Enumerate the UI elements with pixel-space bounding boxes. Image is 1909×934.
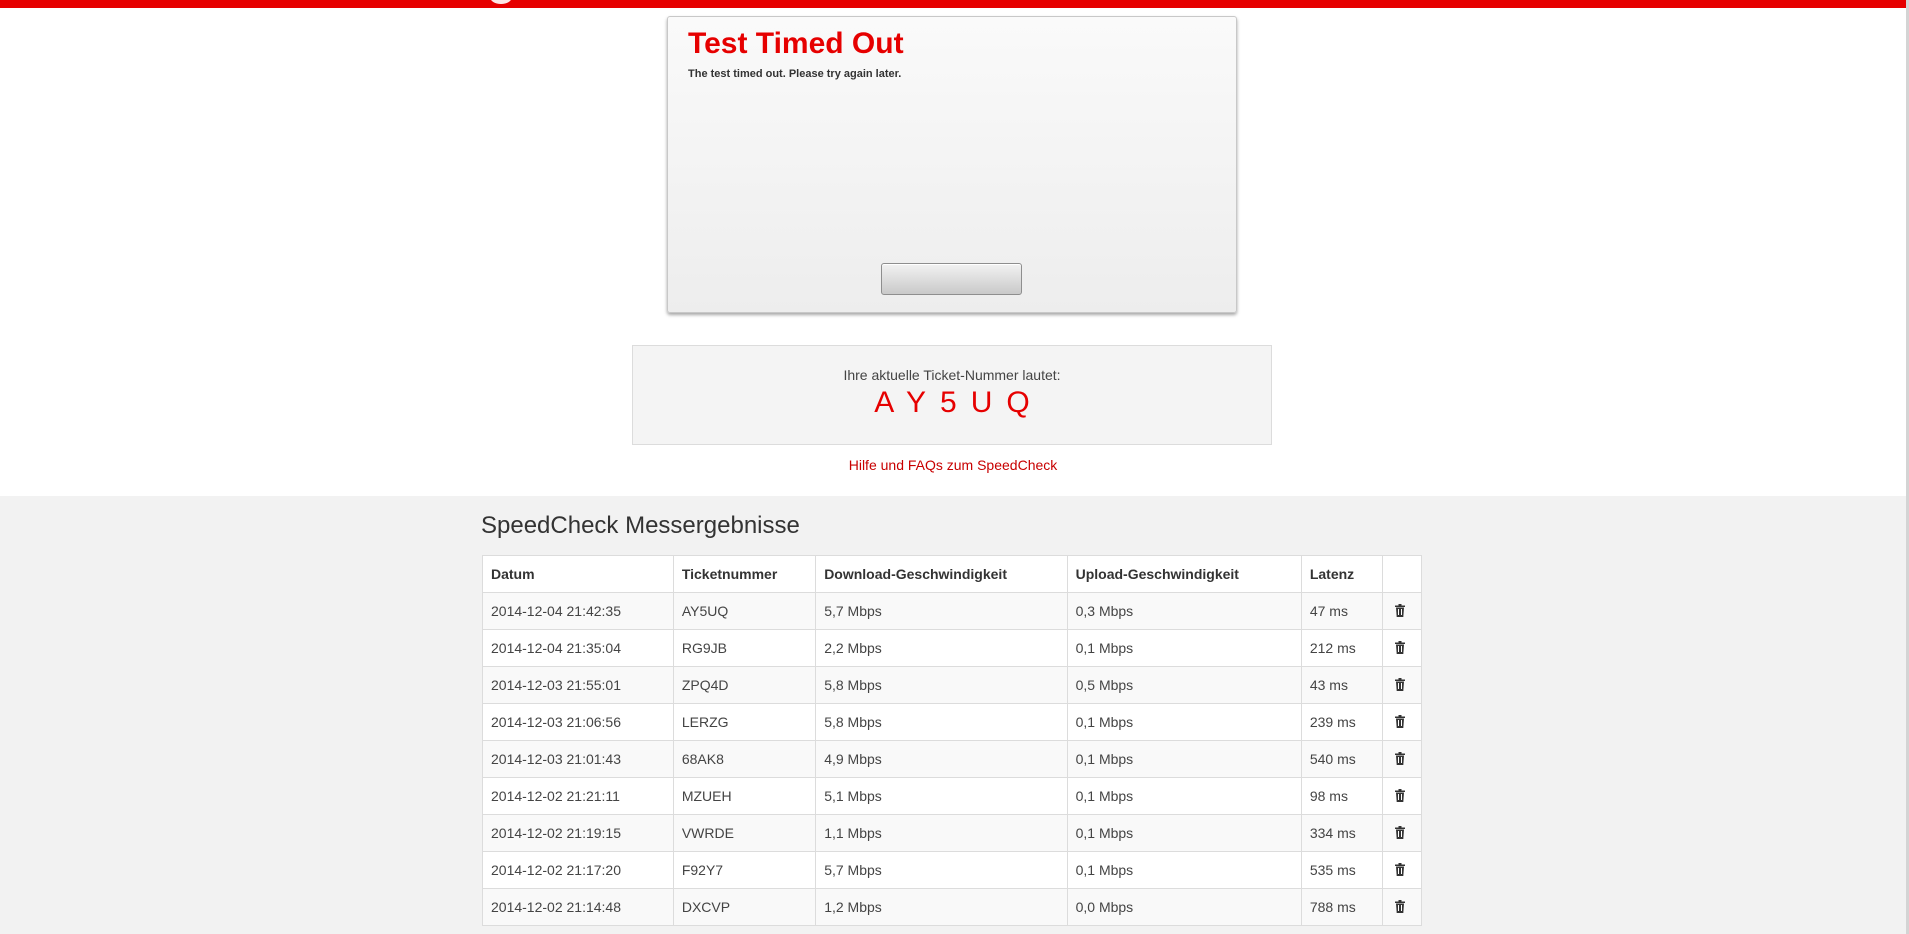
cell-upload: 0,1 Mbps [1066, 703, 1302, 741]
table-row: 2014-12-03 21:01:43 68AK8 4,9 Mbps 0,1 Mbps… [482, 740, 1423, 778]
trash-icon[interactable] [1394, 641, 1405, 654]
table-row: 2014-12-02 21:14:48 DXCVP 1,2 Mbps 0,0 Mbps… [482, 888, 1423, 926]
cell-download: 5,7 Mbps [815, 851, 1068, 889]
cell-actions [1381, 814, 1423, 852]
cell-actions [1381, 629, 1423, 667]
cell-latenz: 239 ms [1300, 703, 1383, 741]
results-table: Datum Ticketnummer Download-Geschwindigk… [482, 555, 1423, 926]
trash-icon[interactable] [1394, 604, 1405, 617]
ticket-label: Ihre aktuelle Ticket-Nummer lautet: [843, 367, 1061, 383]
cell-actions [1381, 703, 1423, 741]
cell-actions [1381, 888, 1423, 926]
cell-download: 5,8 Mbps [815, 666, 1068, 704]
trash-icon[interactable] [1394, 752, 1405, 765]
cell-ticket: ZPQ4D [672, 666, 817, 704]
cell-datum: 2014-12-02 21:19:15 [482, 814, 674, 852]
cell-download: 5,8 Mbps [815, 703, 1068, 741]
table-row: 2014-12-04 21:42:35 AY5UQ 5,7 Mbps 0,3 Mbps… [482, 592, 1423, 630]
cell-actions [1381, 740, 1423, 778]
cell-datum: 2014-12-02 21:14:48 [482, 888, 674, 926]
cell-download: 1,1 Mbps [815, 814, 1068, 852]
cell-upload: 0,1 Mbps [1066, 740, 1302, 778]
trash-icon[interactable] [1394, 715, 1405, 728]
cell-actions [1381, 666, 1423, 704]
cell-ticket: AY5UQ [672, 592, 817, 630]
cell-actions [1381, 851, 1423, 889]
table-row: 2014-12-03 21:06:56 LERZG 5,8 Mbps 0,1 Mbps… [482, 703, 1423, 741]
cell-download: 2,2 Mbps [815, 629, 1068, 667]
column-header-ticket[interactable]: Ticketnummer [672, 555, 817, 593]
table-row: 2014-12-02 21:21:11 MZUEH 5,1 Mbps 0,1 Mbps… [482, 777, 1423, 815]
cell-actions [1381, 777, 1423, 815]
cell-upload: 0,5 Mbps [1066, 666, 1302, 704]
cell-latenz: 535 ms [1300, 851, 1383, 889]
table-row: 2014-12-04 21:35:04 RG9JB 2,2 Mbps 0,1 Mbps… [482, 629, 1423, 667]
cell-upload: 0,0 Mbps [1066, 888, 1302, 926]
cell-datum: 2014-12-03 21:01:43 [482, 740, 674, 778]
ticket-code: AY5UQ [874, 386, 1044, 419]
cell-datum: 2014-12-04 21:42:35 [482, 592, 674, 630]
cell-download: 5,7 Mbps [815, 592, 1068, 630]
trash-icon[interactable] [1394, 900, 1405, 913]
table-row: 2014-12-02 21:19:15 VWRDE 1,1 Mbps 0,1 Mbps… [482, 814, 1423, 852]
cell-download: 5,1 Mbps [815, 777, 1068, 815]
cell-upload: 0,3 Mbps [1066, 592, 1302, 630]
cell-upload: 0,1 Mbps [1066, 851, 1302, 889]
cell-ticket: MZUEH [672, 777, 817, 815]
cell-ticket: DXCVP [672, 888, 817, 926]
cell-upload: 0,1 Mbps [1066, 777, 1302, 815]
timeout-dialog: Test Timed Out The test timed out. Pleas… [667, 16, 1237, 313]
cell-ticket: RG9JB [672, 629, 817, 667]
cell-latenz: 47 ms [1300, 592, 1383, 630]
trash-icon[interactable] [1394, 789, 1405, 802]
trash-icon[interactable] [1394, 826, 1405, 839]
cell-actions [1381, 592, 1423, 630]
cell-latenz: 788 ms [1300, 888, 1383, 926]
dialog-message: The test timed out. Please try again lat… [688, 68, 902, 80]
cell-ticket: 68AK8 [672, 740, 817, 778]
cell-ticket: VWRDE [672, 814, 817, 852]
column-header-actions [1381, 555, 1423, 593]
cell-download: 4,9 Mbps [815, 740, 1068, 778]
cell-latenz: 43 ms [1300, 666, 1383, 704]
cell-datum: 2014-12-02 21:21:11 [482, 777, 674, 815]
column-header-download[interactable]: Download-Geschwindigkeit [815, 555, 1068, 593]
table-header-row: Datum Ticketnummer Download-Geschwindigk… [482, 555, 1423, 593]
trash-icon[interactable] [1394, 863, 1405, 876]
cell-datum: 2014-12-04 21:35:04 [482, 629, 674, 667]
cell-latenz: 98 ms [1300, 777, 1383, 815]
trash-icon[interactable] [1394, 678, 1405, 691]
column-header-upload[interactable]: Upload-Geschwindigkeit [1066, 555, 1302, 593]
cell-latenz: 212 ms [1300, 629, 1383, 667]
cell-latenz: 540 ms [1300, 740, 1383, 778]
cell-upload: 0,1 Mbps [1066, 629, 1302, 667]
cell-upload: 0,1 Mbps [1066, 814, 1302, 852]
cell-ticket: F92Y7 [672, 851, 817, 889]
cell-download: 1,2 Mbps [815, 888, 1068, 926]
cell-ticket: LERZG [672, 703, 817, 741]
results-section: SpeedCheck Messergebnisse Datum Ticketnu… [0, 496, 1906, 934]
cell-latenz: 334 ms [1300, 814, 1383, 852]
ticket-box: Ihre aktuelle Ticket-Nummer lautet: AY5U… [632, 345, 1272, 445]
dialog-title: Test Timed Out [688, 27, 904, 60]
help-faq-link[interactable]: Hilfe und FAQs zum SpeedCheck [0, 457, 1906, 473]
cell-datum: 2014-12-03 21:55:01 [482, 666, 674, 704]
table-row: 2014-12-03 21:55:01 ZPQ4D 5,8 Mbps 0,5 Mbps… [482, 666, 1423, 704]
table-row: 2014-12-02 21:17:20 F92Y7 5,7 Mbps 0,1 Mbps… [482, 851, 1423, 889]
results-title: SpeedCheck Messergebnisse [481, 512, 800, 539]
column-header-datum[interactable]: Datum [482, 555, 674, 593]
cell-datum: 2014-12-02 21:17:20 [482, 851, 674, 889]
cell-datum: 2014-12-03 21:06:56 [482, 703, 674, 741]
brand-topbar [0, 0, 1909, 8]
column-header-latenz[interactable]: Latenz [1300, 555, 1383, 593]
dialog-button[interactable] [881, 263, 1022, 295]
brand-logo[interactable] [490, 0, 512, 4]
